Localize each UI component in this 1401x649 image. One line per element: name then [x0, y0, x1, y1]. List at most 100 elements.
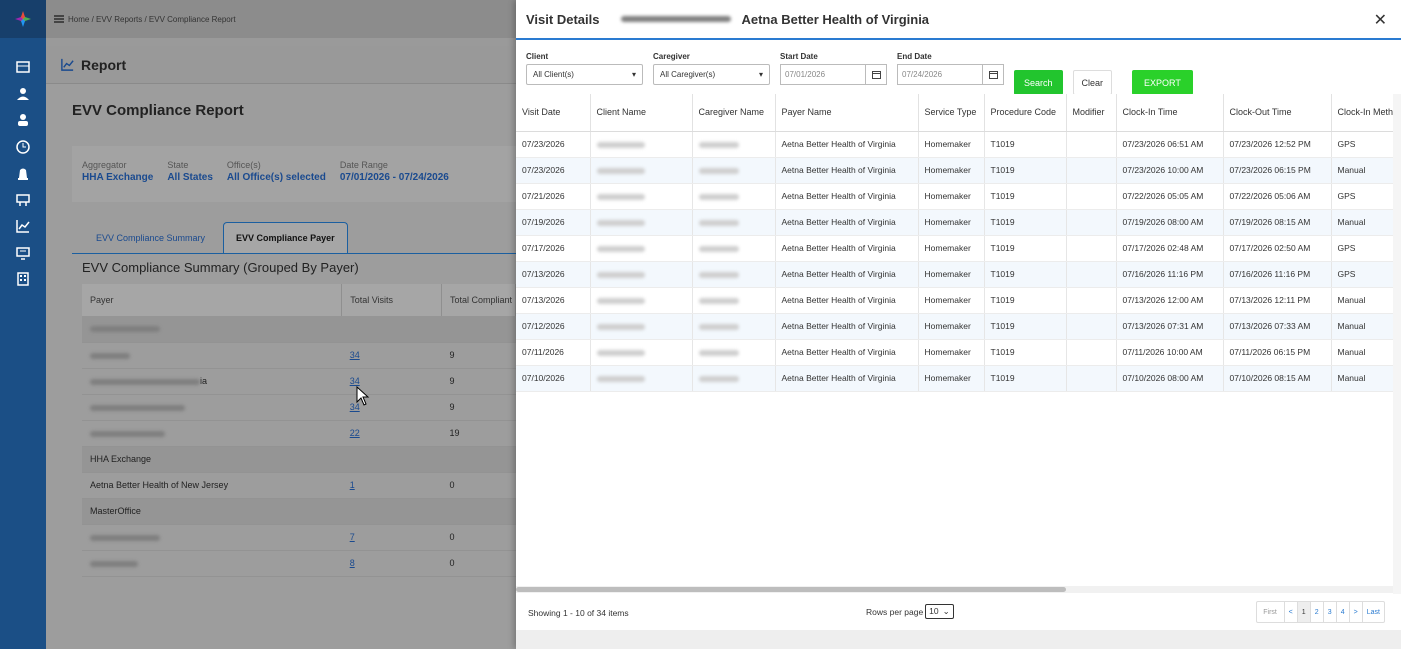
page-4-button[interactable]: 4	[1337, 602, 1350, 622]
column-header[interactable]: Clock-Out Time	[1223, 94, 1332, 132]
nav-reports[interactable]	[0, 213, 46, 240]
nav-schedule[interactable]	[0, 187, 46, 214]
report-header-label: Report	[81, 56, 127, 73]
nav-offices[interactable]	[0, 266, 46, 293]
column-header[interactable]: Clock-In Time	[1116, 94, 1224, 132]
nav-visits[interactable]	[0, 134, 46, 161]
report-tabs: EVV Compliance Summary EVV Compliance Pa…	[72, 216, 516, 254]
column-header[interactable]: Payer Name	[775, 94, 919, 132]
table-row[interactable]: 07/21/2026 Aetna Better Health of Virgini…	[516, 183, 1393, 210]
table-row[interactable]: 07/13/2026 Aetna Better Health of Virgini…	[516, 287, 1393, 314]
close-icon[interactable]: ✕	[1374, 10, 1387, 30]
client-name-cell	[590, 131, 693, 158]
clock-in-cell: 07/11/2026 10:00 AM	[1116, 339, 1224, 366]
calendar-icon[interactable]	[983, 64, 1004, 85]
items-count: Showing 1 - 10 of 34 items	[528, 608, 629, 618]
column-header[interactable]: Caregiver Name	[692, 94, 776, 132]
next-page-button[interactable]: >	[1350, 602, 1363, 622]
total-visits-cell[interactable]: 22	[341, 420, 442, 447]
page-1-button[interactable]: 1	[1297, 602, 1311, 622]
table-row[interactable]: 07/23/2026 Aetna Better Health of Virgini…	[516, 157, 1393, 184]
search-button[interactable]: Search	[1014, 70, 1063, 95]
total-visits-cell[interactable]: 1	[341, 472, 442, 499]
table-row[interactable]: 07/10/2026 Aetna Better Health of Virgini…	[516, 365, 1393, 392]
visit-date-cell: 07/21/2026	[516, 183, 591, 210]
modifier-cell	[1066, 157, 1117, 184]
table-row[interactable]: 07/23/2026 Aetna Better Health of Virgini…	[516, 131, 1393, 158]
column-header[interactable]: Procedure Code	[984, 94, 1067, 132]
modal-bottom-bar	[516, 630, 1401, 649]
tab-compliance-payer[interactable]: EVV Compliance Payer	[223, 222, 348, 253]
total-visits-cell[interactable]: 7	[341, 524, 442, 551]
last-page-button[interactable]: Last	[1363, 602, 1384, 622]
client-name-cell	[590, 313, 693, 340]
table-row[interactable]: 07/19/2026 Aetna Better Health of Virgini…	[516, 209, 1393, 236]
column-header[interactable]: Total Compliant	[441, 284, 516, 316]
calendar-icon[interactable]	[866, 64, 887, 85]
clear-button[interactable]: Clear	[1072, 70, 1113, 95]
vertical-scrollbar[interactable]	[1393, 94, 1401, 594]
column-header[interactable]: Modifier	[1066, 94, 1117, 132]
page-2-button[interactable]: 2	[1311, 602, 1324, 622]
nav-alerts[interactable]	[0, 160, 46, 187]
total-compliant-cell: 9	[441, 394, 516, 421]
rows-per-page-select[interactable]: 10 ⌄	[925, 604, 954, 619]
service-type-cell: Homemaker	[918, 261, 985, 288]
service-type-cell: Homemaker	[918, 131, 985, 158]
export-button[interactable]: EXPORT	[1132, 70, 1193, 95]
payer-cell: ia	[82, 368, 342, 395]
breadcrumb-text[interactable]: Home / EVV Reports / EVV Compliance Repo…	[68, 15, 236, 24]
caregiver-name-cell	[692, 365, 776, 392]
nav-clients[interactable]	[0, 81, 46, 108]
table-row[interactable]: 07/17/2026 Aetna Better Health of Virgini…	[516, 235, 1393, 262]
payer-name-cell: Aetna Better Health of Virginia	[775, 183, 919, 210]
modifier-cell	[1066, 339, 1117, 366]
breadcrumb: Home / EVV Reports / EVV Compliance Repo…	[46, 0, 516, 38]
nav-caregivers[interactable]	[0, 107, 46, 134]
total-visits-cell[interactable]: 8	[341, 550, 442, 577]
first-page-button[interactable]: First	[1257, 602, 1285, 622]
caregiver-name-cell	[692, 235, 776, 262]
caregiver-select[interactable]: All Caregiver(s) ▾	[653, 64, 770, 85]
total-compliant-cell	[441, 446, 516, 473]
client-select[interactable]: All Client(s) ▾	[526, 64, 643, 85]
prev-page-button[interactable]: <	[1285, 602, 1298, 622]
payer-cell	[82, 550, 342, 577]
visit-date-cell: 07/23/2026	[516, 131, 591, 158]
horizontal-scrollbar[interactable]	[516, 586, 1393, 593]
menu-icon[interactable]	[54, 15, 64, 23]
column-header[interactable]: Total Visits	[341, 284, 443, 316]
nav-dashboard[interactable]	[0, 54, 46, 81]
client-filter: Client All Client(s) ▾	[526, 52, 643, 85]
payer-name-cell: Aetna Better Health of Virginia	[775, 131, 919, 158]
payer-name-cell: Aetna Better Health of Virginia	[775, 157, 919, 184]
redacted-text	[90, 430, 165, 437]
visit-date-cell: 07/19/2026	[516, 209, 591, 236]
page-3-button[interactable]: 3	[1324, 602, 1337, 622]
nav-messages[interactable]	[0, 240, 46, 267]
alert-icon	[18, 168, 28, 181]
total-visits-cell[interactable]: 34	[341, 342, 442, 369]
redacted-text	[698, 375, 739, 382]
scrollbar-thumb[interactable]	[516, 587, 1066, 592]
column-header[interactable]: Service Type	[918, 94, 985, 132]
clock-out-cell: 07/10/2026 08:15 AM	[1223, 365, 1332, 392]
column-header[interactable]: Visit Date	[516, 94, 591, 132]
payer-name-cell: Aetna Better Health of Virginia	[775, 313, 919, 340]
column-header[interactable]: Clock-In Method	[1331, 94, 1393, 132]
total-compliant-cell: 0	[441, 472, 516, 499]
column-header[interactable]: Payer	[82, 284, 343, 316]
procedure-code-cell: T1019	[984, 287, 1067, 314]
column-header[interactable]: Client Name	[590, 94, 693, 132]
end-date-input[interactable]: 07/24/2026	[897, 64, 983, 85]
table-row[interactable]: 07/12/2026 Aetna Better Health of Virgini…	[516, 313, 1393, 340]
app-logo[interactable]	[0, 0, 46, 38]
clock-in-cell: 07/17/2026 02:48 AM	[1116, 235, 1224, 262]
start-date-input[interactable]: 07/01/2026	[780, 64, 866, 85]
client-name-cell	[590, 261, 693, 288]
redacted-text	[596, 349, 645, 356]
tab-compliance-summary[interactable]: EVV Compliance Summary	[84, 223, 217, 253]
table-row[interactable]: 07/13/2026 Aetna Better Health of Virgini…	[516, 261, 1393, 288]
table-row[interactable]: 07/11/2026 Aetna Better Health of Virgini…	[516, 339, 1393, 366]
visit-date-cell: 07/13/2026	[516, 287, 591, 314]
